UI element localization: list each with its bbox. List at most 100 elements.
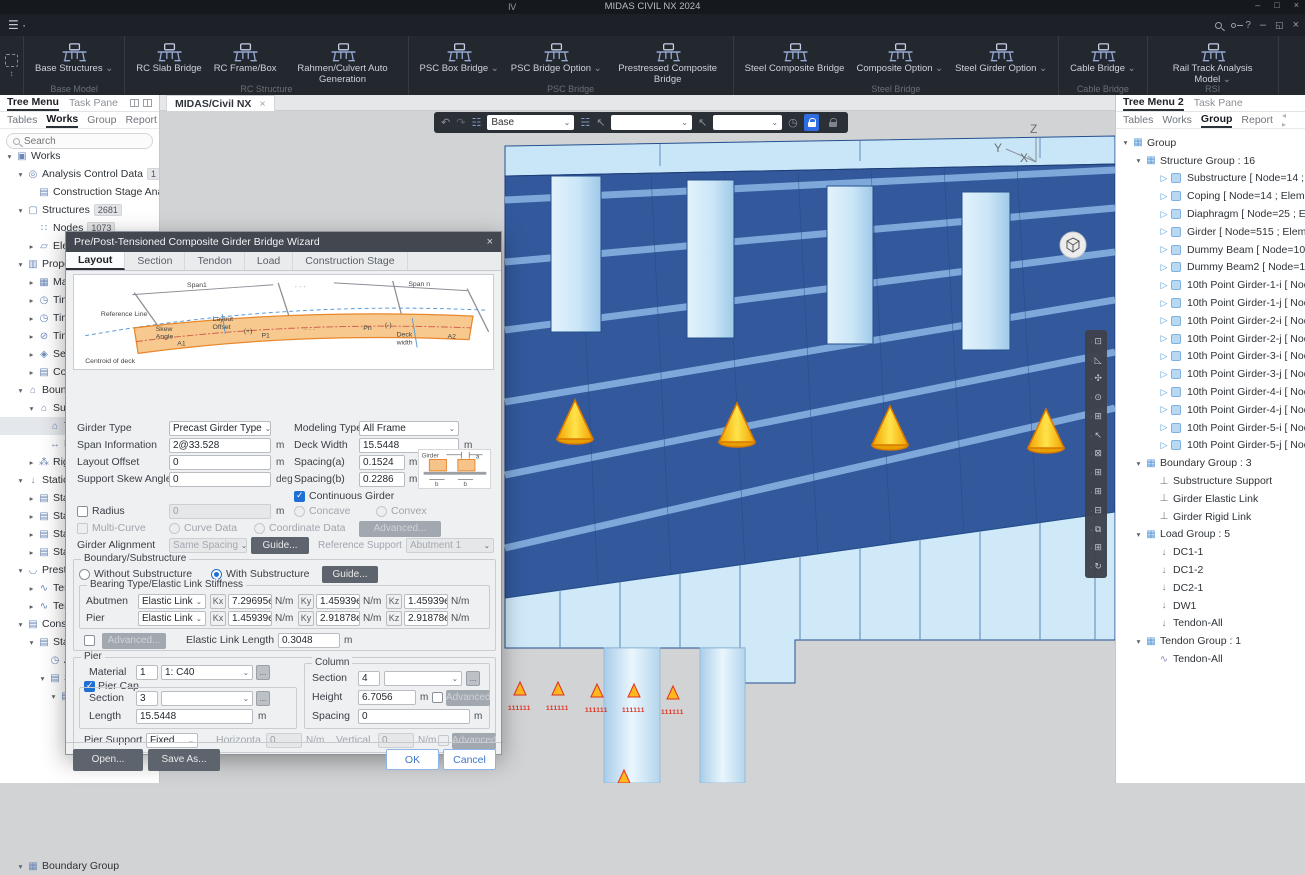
tree-row[interactable]: ▾ ▦ Load Group : 5 — [1116, 526, 1305, 544]
expander-icon[interactable]: ▾ — [1133, 156, 1144, 165]
menu-item[interactable] — [154, 14, 174, 36]
expander-icon[interactable]: ▸ — [26, 278, 37, 287]
open-button[interactable]: Open... — [73, 749, 143, 771]
coordinate-data-radio[interactable] — [254, 523, 265, 534]
tree-row[interactable]: ▾ ▦ Structure Group : 16 — [1116, 152, 1305, 170]
elastic-link-length-input[interactable]: 0.3048 — [278, 633, 340, 648]
stage-define-icon[interactable]: ☵ — [580, 116, 590, 129]
expander-icon[interactable]: ▸ — [26, 332, 37, 341]
document-tab[interactable]: MIDAS/Civil NX × — [166, 95, 275, 111]
lock-button[interactable] — [825, 114, 841, 131]
pier-kz-input[interactable]: 2.91878e — [404, 611, 448, 626]
tab-tendon[interactable]: Tendon — [185, 252, 244, 270]
support-skew-angle-input[interactable]: 0 — [169, 472, 271, 487]
tree-row[interactable]: ↓ DC1-2 — [1116, 561, 1305, 579]
expander-icon[interactable]: ▾ — [26, 404, 37, 413]
pier-support-advanced-checkbox[interactable] — [438, 735, 449, 746]
redo-icon[interactable]: ↷ — [456, 116, 465, 129]
substructure-guide-button[interactable]: Guide... — [322, 566, 378, 583]
span-information-input[interactable]: 2@33.528 — [169, 438, 271, 453]
tab-layout[interactable]: Layout — [66, 252, 125, 270]
menu-item[interactable] — [194, 14, 214, 36]
panel-pin-control[interactable]: ↕ — [0, 36, 24, 95]
abutment-type-select[interactable]: Elastic Link⌄ — [138, 594, 206, 609]
zoom-icon[interactable]: ⊙ — [1090, 393, 1102, 402]
steel-girder-option-button[interactable]: Steel Girder Option — [950, 39, 1052, 83]
psc-bridge-option-button[interactable]: PSC Bridge Option — [506, 39, 607, 83]
close-icon[interactable]: × — [1294, 0, 1299, 10]
rotate-view-icon[interactable]: ↻ — [1090, 562, 1102, 571]
expander-icon[interactable]: ▾ — [15, 260, 26, 269]
tab-load[interactable]: Load — [245, 252, 293, 270]
expander-icon[interactable]: ▾ — [48, 692, 59, 701]
material-number-input[interactable]: 1 — [136, 665, 158, 680]
subtab-group[interactable]: Group — [87, 114, 116, 126]
subtab-works[interactable]: Works — [1162, 114, 1192, 126]
ribbon-close-icon[interactable]: × — [1293, 19, 1299, 31]
menu-item[interactable] — [234, 14, 254, 36]
group-color-swatch[interactable] — [1171, 423, 1181, 433]
tree-row[interactable]: ▷ 10th Point Girder-5-i [ Node=60 ; Ele.… — [1116, 419, 1305, 437]
search-icon[interactable] — [1215, 22, 1222, 29]
select-group-icon[interactable]: ↖ — [698, 116, 707, 129]
abutment-kz-input[interactable]: 1.45939e — [404, 594, 448, 609]
view-iso-icon[interactable]: ⊟ — [1090, 506, 1102, 515]
select-cursor-icon[interactable]: ↖ — [596, 116, 605, 129]
dialog-close-icon[interactable]: × — [487, 236, 493, 248]
group-color-swatch[interactable] — [1171, 245, 1181, 255]
tree-row[interactable]: ▷ Dummy Beam2 [ Node=182 ; Element... — [1116, 259, 1305, 277]
subtab-scroll-arrows[interactable]: ◂ ▸ — [1282, 111, 1298, 129]
abutment-ky-input[interactable]: 1.45939e — [316, 594, 360, 609]
expander-icon[interactable]: ▾ — [1133, 530, 1144, 539]
expander-icon[interactable]: ▾ — [26, 638, 37, 647]
view-select[interactable]: ⌄ — [713, 115, 782, 130]
expander-icon[interactable]: ▾ — [1133, 637, 1144, 646]
tree-row[interactable]: ↓ DC1-1 — [1116, 543, 1305, 561]
continuous-girder-checkbox[interactable] — [294, 491, 305, 502]
tree-row[interactable]: ▾ ▦ Boundary Group : 3 — [1116, 454, 1305, 472]
view-top-icon[interactable]: ⊞ — [1090, 487, 1102, 496]
group-color-swatch[interactable] — [1171, 227, 1181, 237]
ribbon-minimize-icon[interactable]: – — [1260, 19, 1266, 31]
group-color-swatch[interactable] — [1171, 405, 1181, 415]
fit-view-icon[interactable]: ⊞ — [1090, 543, 1102, 552]
group-color-swatch[interactable] — [1171, 298, 1181, 308]
select-window-icon[interactable]: ⊡ — [1090, 337, 1102, 346]
subtab-works[interactable]: Works — [46, 113, 78, 128]
column-advanced-checkbox[interactable] — [432, 692, 443, 703]
cap-section-more-button[interactable]: ... — [256, 691, 270, 706]
tree-row[interactable]: ↓ DC2-1 — [1116, 579, 1305, 597]
base-structures-button[interactable]: Base Structures — [30, 39, 118, 83]
maximize-icon[interactable]: □ — [1274, 0, 1279, 10]
multi-curve-checkbox[interactable] — [77, 523, 88, 534]
document-tab-close-icon[interactable]: × — [259, 98, 265, 110]
save-as-button[interactable]: Save As... — [148, 749, 220, 771]
material-more-button[interactable]: ... — [256, 665, 270, 680]
subtab-tables[interactable]: Tables — [7, 114, 37, 126]
menu-item[interactable] — [54, 14, 74, 36]
group-color-swatch[interactable] — [1171, 351, 1181, 361]
grid-view-icon[interactable]: ⊞ — [1090, 412, 1102, 421]
select-polygon-icon[interactable]: ◺ — [1090, 356, 1101, 365]
menu-item[interactable] — [214, 14, 234, 36]
menu-item[interactable] — [134, 14, 154, 36]
group-color-swatch[interactable] — [1171, 191, 1181, 201]
tree-row[interactable]: ▾ ▦ Boundary Group — [0, 857, 160, 875]
tree-row[interactable]: ▾ ▦ Group — [1116, 134, 1305, 152]
stage-table-icon[interactable]: ☷ — [471, 116, 481, 129]
tree-row[interactable]: ▾ ▣ Works — [0, 147, 159, 165]
expander-icon[interactable]: ▾ — [1133, 459, 1144, 468]
tree-row[interactable]: ▷ 10th Point Girder-3-i [ Node=60 ; Ele.… — [1116, 348, 1305, 366]
tree-row[interactable]: ↓ Tendon-All — [1116, 615, 1305, 633]
expander-icon[interactable]: ▾ — [15, 386, 26, 395]
rahmen-culvert-button[interactable]: Rahmen/Culvert Auto Generation — [284, 39, 402, 83]
girder-alignment-select[interactable]: Same Spacing⌄ — [169, 538, 247, 553]
expander-icon[interactable]: ▸ — [26, 350, 37, 359]
tree-row[interactable]: ⊥ Girder Rigid Link — [1116, 508, 1305, 526]
modeling-type-select[interactable]: All Frame⌄ — [359, 421, 459, 436]
tree-row[interactable]: ▷ Girder [ Node=515 ; Element=480 ] — [1116, 223, 1305, 241]
column-height-input[interactable]: 6.7056 — [358, 690, 416, 705]
pier-type-select[interactable]: Elastic Link⌄ — [138, 611, 206, 626]
cable-bridge-button[interactable]: Cable Bridge — [1065, 39, 1141, 83]
steel-composite-bridge-button[interactable]: Steel Composite Bridge — [740, 39, 850, 83]
